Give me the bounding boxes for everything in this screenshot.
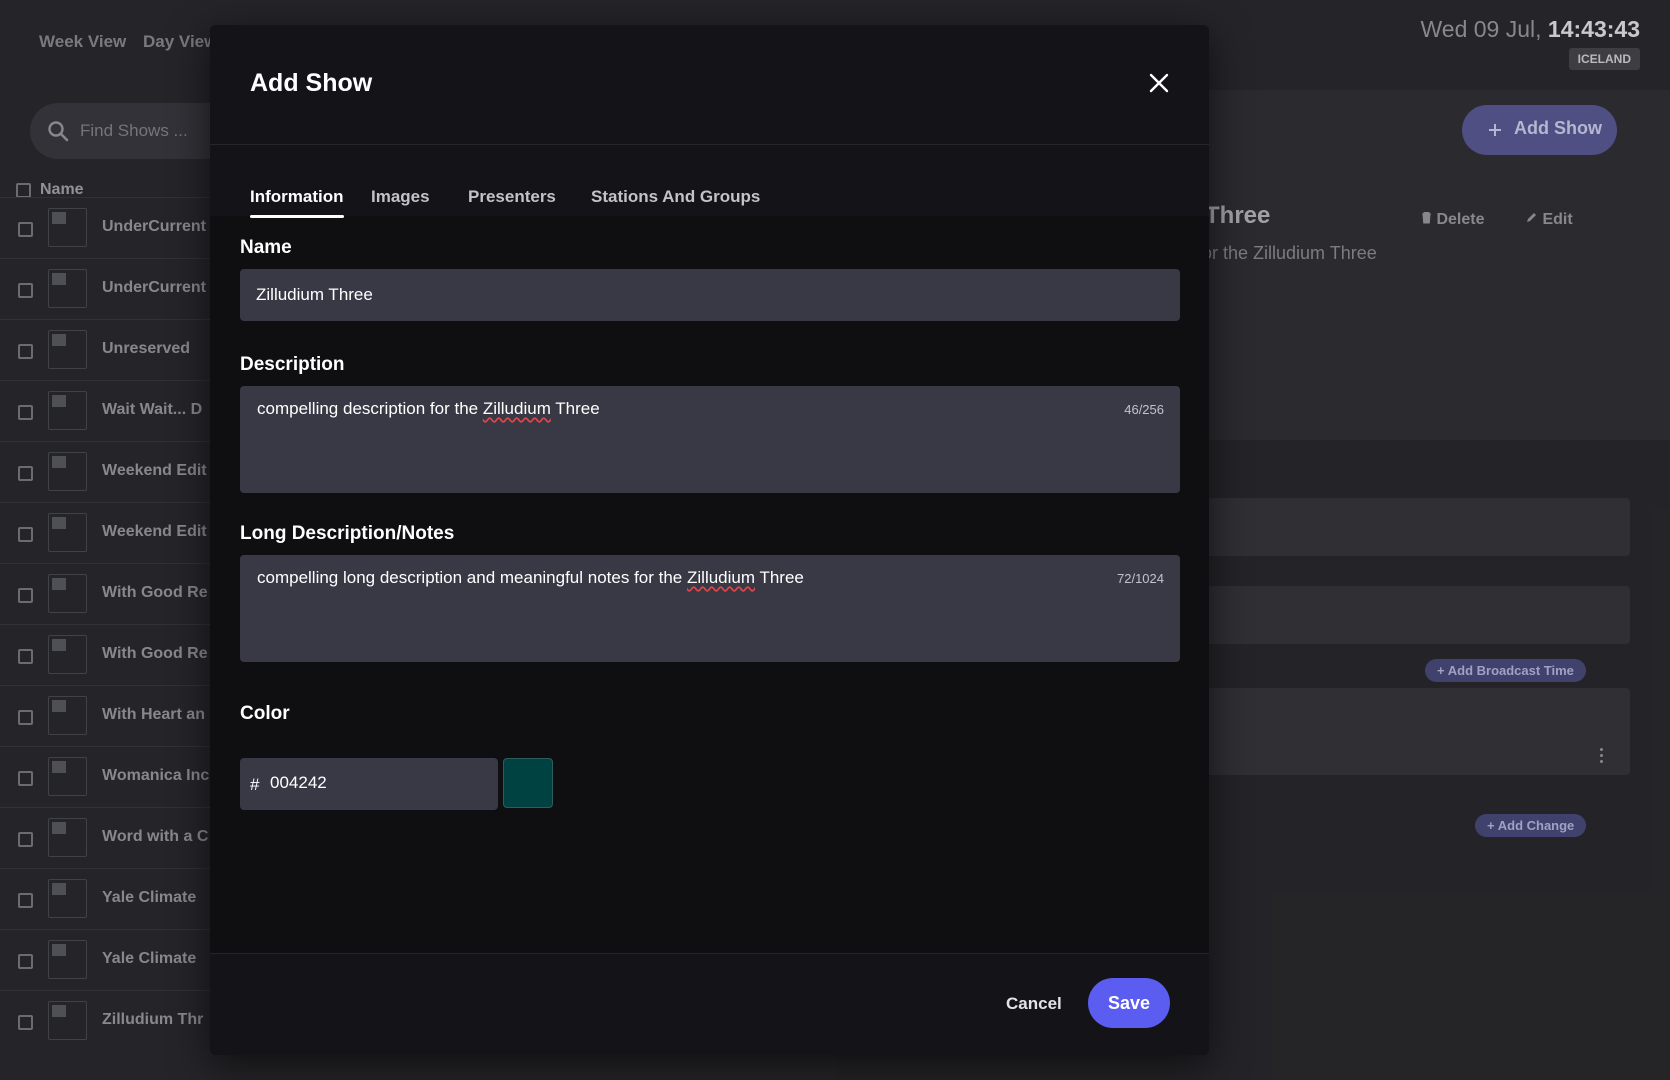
tab-presenters[interactable]: Presenters <box>468 187 556 207</box>
color-value: 004242 <box>270 773 327 792</box>
tab-stations-and-groups[interactable]: Stations And Groups <box>591 187 760 207</box>
description-label: Description <box>240 354 345 375</box>
dialog-title: Add Show <box>250 69 373 97</box>
description-counter: 46/256 <box>1124 402 1164 417</box>
color-hex-field[interactable]: # 004242 <box>240 758 498 810</box>
dialog-footer: Cancel Save <box>210 953 1209 1055</box>
tab-information[interactable]: Information <box>250 187 344 218</box>
close-icon[interactable] <box>1147 71 1171 95</box>
color-swatch-button[interactable] <box>503 758 553 808</box>
description-text: compelling description for the Zilludium… <box>257 399 600 418</box>
long-description-field[interactable]: compelling long description and meaningf… <box>240 555 1180 662</box>
long-description-counter: 72/1024 <box>1117 571 1164 586</box>
tab-images[interactable]: Images <box>371 187 430 207</box>
long-description-text: compelling long description and meaningf… <box>257 568 804 587</box>
dialog-tabs: Information Images Presenters Stations A… <box>210 145 1209 218</box>
cancel-button[interactable]: Cancel <box>1006 994 1062 1014</box>
add-show-dialog: Add Show Information Images Presenters S… <box>210 25 1209 1055</box>
hash-prefix: # <box>250 775 260 794</box>
save-button[interactable]: Save <box>1088 978 1170 1028</box>
description-field[interactable]: compelling description for the Zilludium… <box>240 386 1180 493</box>
color-label: Color <box>240 703 290 724</box>
long-description-label: Long Description/Notes <box>240 523 455 544</box>
dialog-header: Add Show <box>210 25 1209 145</box>
name-field[interactable]: Zilludium Three <box>240 269 1180 321</box>
name-label: Name <box>240 237 292 258</box>
